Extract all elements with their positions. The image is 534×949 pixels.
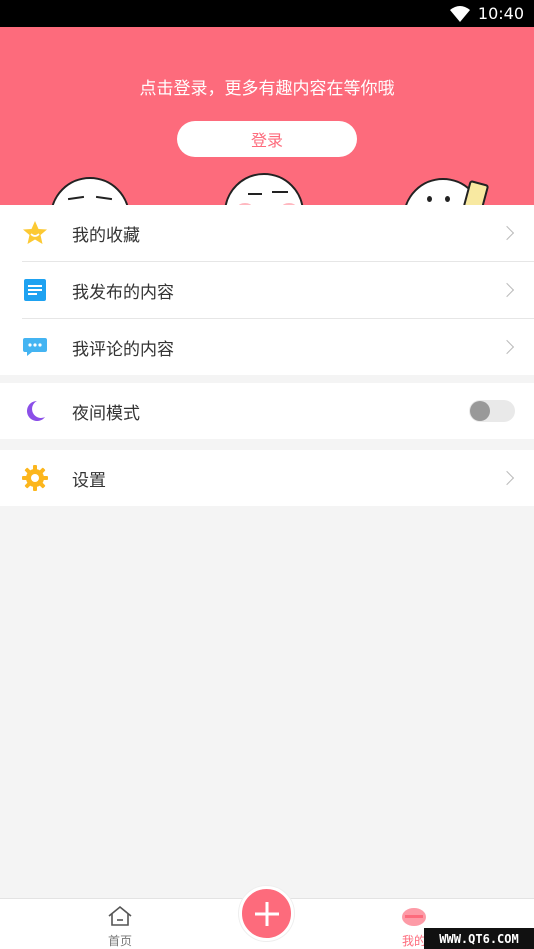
status-bar: 10:40 — [0, 0, 534, 27]
watermark: WWW.QT6.COM — [424, 928, 534, 949]
mine-icon — [400, 905, 428, 930]
plus-icon — [254, 901, 279, 926]
menu-item-settings[interactable]: 设置 — [0, 450, 534, 506]
nav-home[interactable]: 首页 — [90, 905, 150, 949]
nav-home-label: 首页 — [107, 934, 132, 948]
menu-item-my-comments[interactable]: 我评论的内容 — [0, 319, 534, 375]
night-mode-toggle[interactable] — [469, 400, 515, 422]
night-mode-section: 夜间模式 — [0, 383, 534, 439]
menu-item-favorites[interactable]: 我的收藏 — [0, 205, 534, 261]
home-icon — [107, 905, 133, 930]
chevron-right-icon — [499, 339, 515, 355]
wifi-icon — [449, 5, 470, 22]
chevron-right-icon — [499, 470, 515, 486]
status-time: 10:40 — [477, 4, 524, 23]
menu-label-night-mode: 夜间模式 — [72, 403, 140, 424]
nav-mine-label: 我的 — [401, 934, 426, 948]
gear-icon — [22, 465, 48, 491]
toggle-knob — [470, 401, 490, 421]
cartoon-face-left — [50, 177, 130, 205]
menu-label-favorites: 我的收藏 — [72, 225, 140, 246]
chat-bubble-icon — [22, 334, 48, 360]
login-prompt: 点击登录，更多有趣内容在等你哦 — [139, 79, 395, 99]
menu-label-my-posts: 我发布的内容 — [72, 282, 174, 303]
content-section: 我的收藏 我发布的内容 我评论的内容 — [0, 205, 534, 375]
menu-label-my-comments: 我评论的内容 — [72, 339, 174, 360]
profile-header: 点击登录，更多有趣内容在等你哦 登录 — [0, 27, 534, 205]
menu-label-settings: 设置 — [72, 470, 106, 491]
chevron-right-icon — [499, 282, 515, 298]
login-button[interactable]: 登录 — [177, 121, 357, 157]
phone-icon — [462, 179, 490, 205]
menu-item-my-posts[interactable]: 我发布的内容 — [0, 262, 534, 318]
document-icon — [22, 277, 48, 303]
menu-item-night-mode: 夜间模式 — [0, 383, 534, 439]
star-smile-icon — [22, 220, 48, 246]
settings-section: 设置 — [0, 450, 534, 506]
publish-button[interactable] — [239, 886, 294, 941]
chevron-right-icon — [499, 225, 515, 241]
moon-icon — [22, 398, 48, 424]
cartoon-face-middle — [224, 173, 304, 205]
